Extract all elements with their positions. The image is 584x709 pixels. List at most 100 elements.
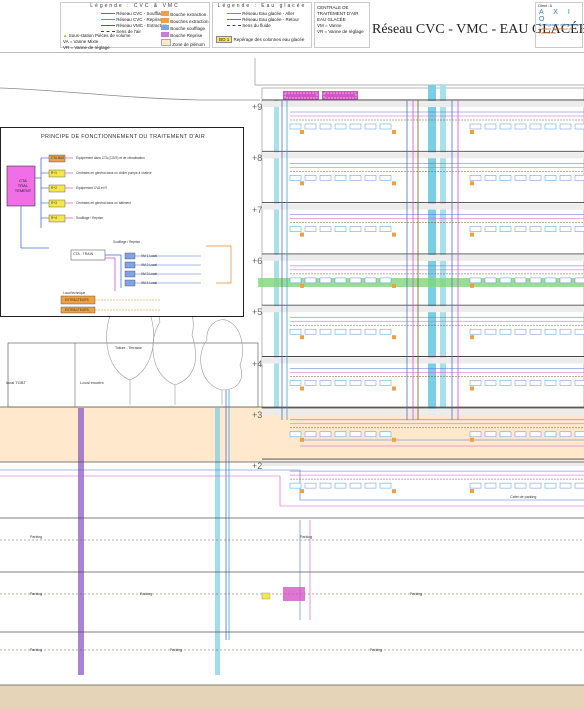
terminal-unit bbox=[514, 123, 527, 130]
terminal-unit bbox=[574, 277, 584, 284]
water-legend-tag-row: BO 1 Repérage des colonnes eau glacée bbox=[216, 36, 304, 43]
terminal-unit bbox=[484, 431, 497, 438]
extract-grille bbox=[300, 386, 304, 391]
terminal-unit bbox=[484, 226, 497, 232]
terminal-unit bbox=[349, 431, 362, 438]
middle-ahu-label: CTA - TRAIN bbox=[73, 252, 94, 256]
terminal-unit bbox=[499, 277, 512, 284]
terminal-unit bbox=[574, 380, 584, 386]
terminal-unit bbox=[514, 226, 527, 232]
cvc-legend: Légende : CVC & VMC Réseau CVC - Souffla… bbox=[60, 2, 210, 50]
local-technique-label: Local technique bbox=[63, 291, 86, 295]
terminal-unit bbox=[289, 380, 302, 386]
terminal-unit bbox=[349, 380, 362, 386]
terminal-unit bbox=[529, 277, 542, 284]
floor-level-label: +3 bbox=[252, 409, 263, 420]
terminal-unit bbox=[484, 123, 497, 130]
terminal-unit bbox=[559, 226, 572, 232]
terminal-unit bbox=[379, 175, 392, 181]
terminal-unit bbox=[289, 226, 302, 232]
terminal-unit bbox=[334, 226, 347, 232]
extract-grille bbox=[470, 437, 474, 442]
terminal-unit bbox=[574, 328, 584, 335]
axio-logo: A X I O bbox=[539, 9, 574, 23]
terminal-unit bbox=[334, 431, 347, 438]
extract-grille bbox=[300, 489, 304, 494]
water-column-tag: BO 1 bbox=[216, 36, 233, 43]
principle-row-label: Centrales en général dans un bâtiment bbox=[76, 201, 131, 205]
floor-level-label: +9 bbox=[252, 102, 263, 112]
terminal-unit bbox=[529, 328, 542, 335]
ceiling-void bbox=[262, 203, 584, 210]
terminal-unit bbox=[484, 482, 497, 489]
terminal-unit bbox=[379, 123, 392, 130]
terminal-unit bbox=[319, 123, 332, 130]
floor-level-label: +7 bbox=[252, 204, 263, 215]
principle-row-label: Équipement CVA et R bbox=[76, 186, 107, 190]
terminal-unit bbox=[334, 328, 347, 335]
central-unit-label: CTA TRAI- TEMENT bbox=[12, 178, 34, 193]
terminal-unit bbox=[334, 123, 347, 130]
terminal-unit bbox=[559, 328, 572, 335]
extract-grille bbox=[470, 181, 474, 186]
terminal-unit bbox=[514, 175, 527, 181]
principle-row-tag: R+3 bbox=[51, 201, 57, 205]
terminal-unit bbox=[469, 175, 482, 181]
ceiling-void bbox=[262, 357, 584, 364]
terminal-unit bbox=[289, 328, 302, 335]
terminal-unit bbox=[544, 277, 557, 284]
terminal-unit bbox=[334, 277, 347, 284]
terminal-unit bbox=[364, 123, 377, 130]
legend-header: Légende : CVC & VMC Réseau CVC - Souffla… bbox=[0, 0, 584, 53]
cvc-legend-extra-item: Zone de plénum bbox=[172, 42, 205, 47]
branch-label: VM 4 Local bbox=[141, 281, 157, 285]
terminal-unit bbox=[514, 431, 527, 438]
floor-level-label: +4 bbox=[252, 358, 263, 369]
terminal-unit bbox=[574, 123, 584, 130]
terminal-unit bbox=[379, 482, 392, 489]
ceiling-void bbox=[262, 254, 584, 261]
extract-grille bbox=[300, 181, 304, 186]
facade-curve bbox=[0, 87, 260, 101]
terminal-unit bbox=[364, 226, 377, 232]
water-legend-item: Réseau Eau glacée - Retour bbox=[242, 17, 300, 22]
terminal-unit bbox=[544, 175, 557, 181]
ceiling-void bbox=[262, 460, 584, 467]
extractor-label: EXTRACTEURS bbox=[65, 298, 89, 302]
terminal-unit bbox=[499, 431, 512, 438]
extract-grille bbox=[470, 130, 474, 134]
cvc-legend-title: Légende : CVC & VMC bbox=[90, 3, 180, 9]
terminal-unit bbox=[289, 431, 302, 438]
branch-label: VM 3 Local bbox=[141, 272, 157, 276]
terminal-unit bbox=[514, 380, 527, 386]
principle-row-tag: R+2 bbox=[51, 186, 57, 190]
cvc-legend-misc-item: VR = Vanne de réglage bbox=[63, 45, 110, 50]
terminal-unit bbox=[514, 482, 527, 489]
foundation bbox=[0, 685, 584, 709]
room-label-terrasse: Toiture - Terrasse bbox=[115, 346, 142, 350]
terminal-unit bbox=[379, 277, 392, 284]
water-equipment-item: CENTRALE DE TRAITEMENT D'AIR bbox=[317, 5, 359, 16]
extract-grille bbox=[392, 181, 396, 186]
floor-level-label: +2 bbox=[252, 461, 263, 472]
ceiling-void bbox=[262, 152, 584, 159]
terminal-unit bbox=[529, 123, 542, 130]
extract-grille bbox=[470, 232, 474, 237]
water-legend-items: Réseau Eau glacée - Aller Réseau Eau gla… bbox=[227, 11, 299, 29]
parking-label: Parking bbox=[170, 648, 183, 652]
terminal-unit bbox=[379, 431, 392, 438]
extract-grille bbox=[392, 232, 396, 237]
terminal-unit bbox=[469, 431, 482, 438]
terminal-unit bbox=[289, 482, 302, 489]
room-label-tgbt: local TGBT bbox=[6, 380, 26, 385]
terminal-unit bbox=[529, 175, 542, 181]
terminal-unit bbox=[364, 380, 377, 386]
terminal-unit bbox=[364, 175, 377, 181]
principle-row-label: Soufflage / Reprise bbox=[76, 216, 104, 220]
terminal-unit bbox=[319, 226, 332, 232]
terminal-unit bbox=[289, 123, 302, 130]
terminal-unit bbox=[319, 175, 332, 181]
terminal-unit bbox=[499, 226, 512, 232]
branch-label: VM 1 Local bbox=[141, 254, 157, 258]
terminal-unit bbox=[544, 380, 557, 386]
